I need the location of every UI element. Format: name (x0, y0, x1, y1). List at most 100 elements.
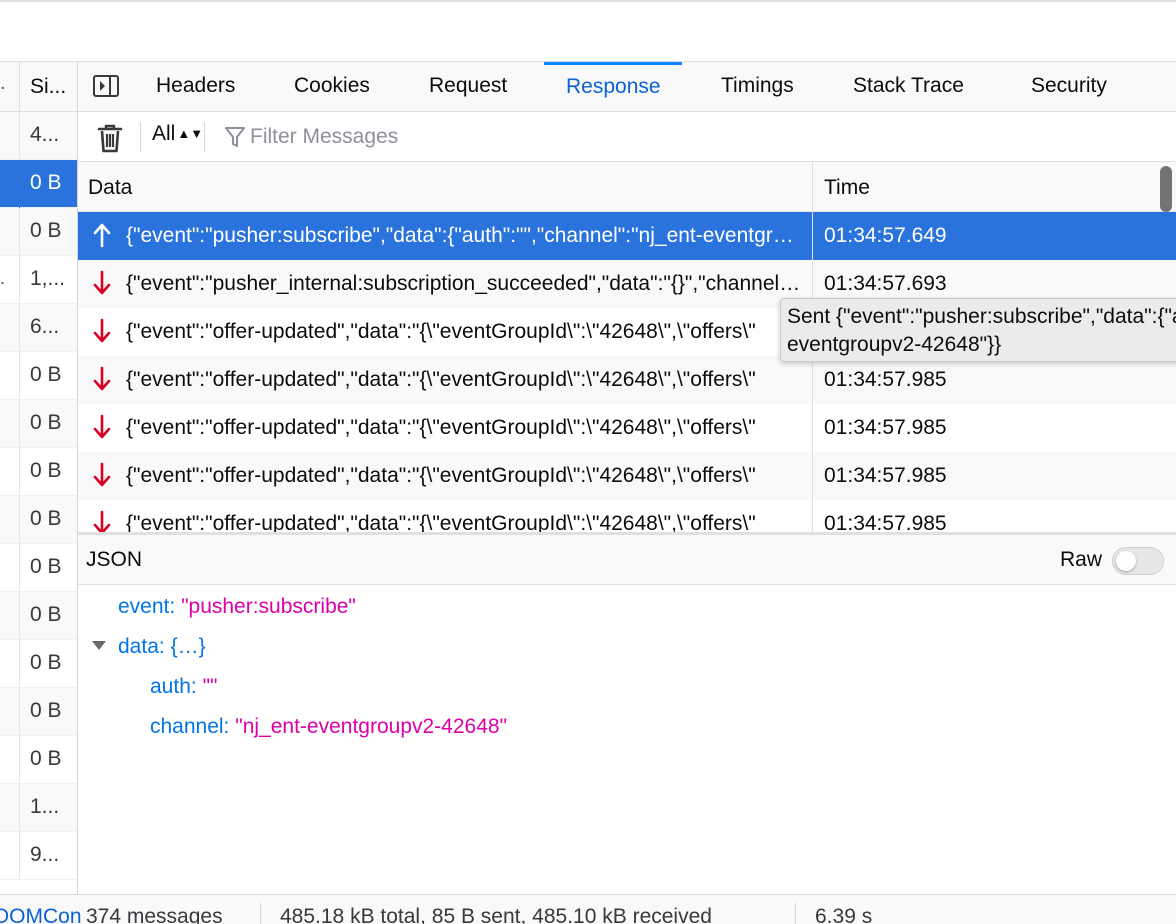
tab-response[interactable]: Response (544, 62, 682, 112)
request-row[interactable]: 0 B (0, 736, 77, 784)
tab-cookies[interactable]: Cookies (294, 62, 370, 112)
json-key: event: (118, 595, 176, 618)
top-bar (0, 0, 1176, 62)
json-row-channel[interactable]: channel: "nj_ent-eventgroupv2-42648" (150, 715, 507, 739)
json-value-summary: {…} (170, 635, 206, 658)
messages-toolbar: All ▲▼ (78, 112, 1176, 162)
message-data: {"event":"offer-updated","data":"{\"even… (126, 512, 756, 532)
message-row[interactable]: {"event":"offer-updated","data":"{\"even… (78, 452, 1176, 500)
updown-arrow-icon: ▲▼ (177, 126, 204, 141)
request-row[interactable]: . 1,... (0, 256, 77, 304)
json-value: "pusher:subscribe" (181, 595, 356, 618)
request-cell-cut: . (0, 268, 6, 288)
request-size: 1... (30, 795, 60, 818)
filter-icon (225, 127, 245, 147)
request-size: 0 B (30, 171, 62, 194)
column-divider (19, 352, 20, 400)
request-size: 0 B (30, 555, 62, 578)
message-time: 01:34:57.985 (824, 464, 947, 487)
request-size: 0 B (30, 603, 62, 626)
json-key: channel: (150, 715, 230, 738)
request-row[interactable]: 0 B (0, 592, 77, 640)
tooltip-line: eventgroupv2-42648"}} (787, 333, 1002, 356)
message-count: 374 messages (86, 905, 223, 924)
trash-icon[interactable] (96, 122, 124, 154)
expand-triangle-icon[interactable] (92, 641, 106, 650)
received-arrow-icon (93, 414, 111, 439)
column-divider (19, 640, 20, 688)
message-data: {"event":"offer-updated","data":"{\"even… (126, 368, 756, 391)
request-row[interactable]: 0 B (0, 496, 77, 544)
status-divider (795, 903, 796, 924)
tab-request[interactable]: Request (429, 62, 507, 112)
transfer-summary: 485.18 kB total, 85 B sent, 485.10 kB re… (280, 905, 712, 924)
tab-stack-trace[interactable]: Stack Trace (853, 62, 964, 112)
filter-messages-input[interactable] (250, 122, 750, 152)
details-tabs: Headers Cookies Request Response Timings Stac… (78, 62, 1176, 112)
message-type-select[interactable]: All ▲▼ (152, 122, 203, 146)
received-arrow-icon (93, 270, 111, 295)
scrollbar-thumb[interactable] (1160, 166, 1172, 212)
connection-duration: 6.39 s (815, 905, 873, 924)
json-row-event[interactable]: event: "pusher:subscribe" (118, 595, 356, 619)
data-column-header[interactable]: Data (88, 176, 132, 200)
column-divider (19, 688, 20, 736)
column-divider (19, 208, 20, 256)
request-list-header: . Si... (0, 62, 77, 112)
request-size: 0 B (30, 699, 62, 722)
toolbar-divider (204, 122, 205, 152)
request-row[interactable]: 4... (0, 112, 77, 160)
json-panel-title: JSON (86, 548, 143, 571)
json-row-data[interactable]: data: {…} (118, 635, 206, 659)
request-size: 1,... (30, 267, 66, 290)
message-data: {"event":"offer-updated","data":"{\"even… (126, 320, 756, 343)
json-value: "" (202, 675, 218, 698)
column-divider (19, 592, 20, 640)
request-row[interactable]: 9... (0, 832, 77, 880)
request-row[interactable]: 0 B (0, 544, 77, 592)
message-time: 01:34:57.693 (824, 272, 947, 295)
json-row-auth[interactable]: auth: "" (150, 675, 217, 699)
column-header-cut: . (0, 72, 6, 94)
tab-security[interactable]: Security (1031, 62, 1107, 112)
time-column-header[interactable]: Time (824, 176, 870, 200)
received-arrow-icon (93, 510, 111, 532)
tooltip-line: Sent {"event":"pusher:subscribe","data":… (787, 305, 1176, 328)
column-divider (19, 544, 20, 592)
request-row[interactable]: 0 B (0, 400, 77, 448)
request-row[interactable]: 6... (0, 304, 77, 352)
column-divider (19, 160, 20, 208)
sidebar-toggle-icon[interactable] (92, 74, 120, 98)
request-row[interactable]: 1... (0, 784, 77, 832)
request-size: 0 B (30, 459, 62, 482)
json-value: "nj_ent-eventgroupv2-42648" (235, 715, 508, 738)
column-divider (19, 736, 20, 784)
message-row[interactable]: {"event":"offer-updated","data":"{\"even… (78, 500, 1176, 532)
message-row[interactable]: {"event":"pusher:subscribe","data":{"aut… (78, 212, 1176, 260)
request-row[interactable]: 0 B (0, 208, 77, 256)
request-row[interactable]: 0 B (0, 688, 77, 736)
raw-toggle[interactable] (1112, 547, 1164, 575)
message-row[interactable]: {"event":"offer-updated","data":"{\"even… (78, 356, 1176, 404)
column-divider (19, 112, 20, 160)
request-row[interactable]: 0 B (0, 160, 77, 208)
request-size: 0 B (30, 219, 62, 242)
tab-timings[interactable]: Timings (721, 62, 794, 112)
message-data: {"event":"offer-updated","data":"{\"even… (126, 464, 756, 487)
request-row[interactable]: 0 B (0, 448, 77, 496)
request-row[interactable]: 0 B (0, 640, 77, 688)
message-tooltip: Sent {"event":"pusher:subscribe","data":… (780, 298, 1176, 362)
message-time: 01:34:57.985 (824, 512, 947, 532)
size-column-header[interactable]: Si... (30, 75, 66, 99)
request-size: 0 B (30, 651, 62, 674)
column-divider (19, 496, 20, 544)
message-row[interactable]: {"event":"offer-updated","data":"{\"even… (78, 404, 1176, 452)
request-size: 0 B (30, 411, 62, 434)
column-divider (19, 304, 20, 352)
received-arrow-icon (93, 318, 111, 343)
request-size: 4... (30, 123, 60, 146)
request-row[interactable]: 0 B (0, 352, 77, 400)
json-key: auth: (150, 675, 197, 698)
tab-headers[interactable]: Headers (156, 62, 235, 112)
json-preview-panel: JSON Raw event: "pusher:subscribe" data:… (78, 532, 1176, 894)
